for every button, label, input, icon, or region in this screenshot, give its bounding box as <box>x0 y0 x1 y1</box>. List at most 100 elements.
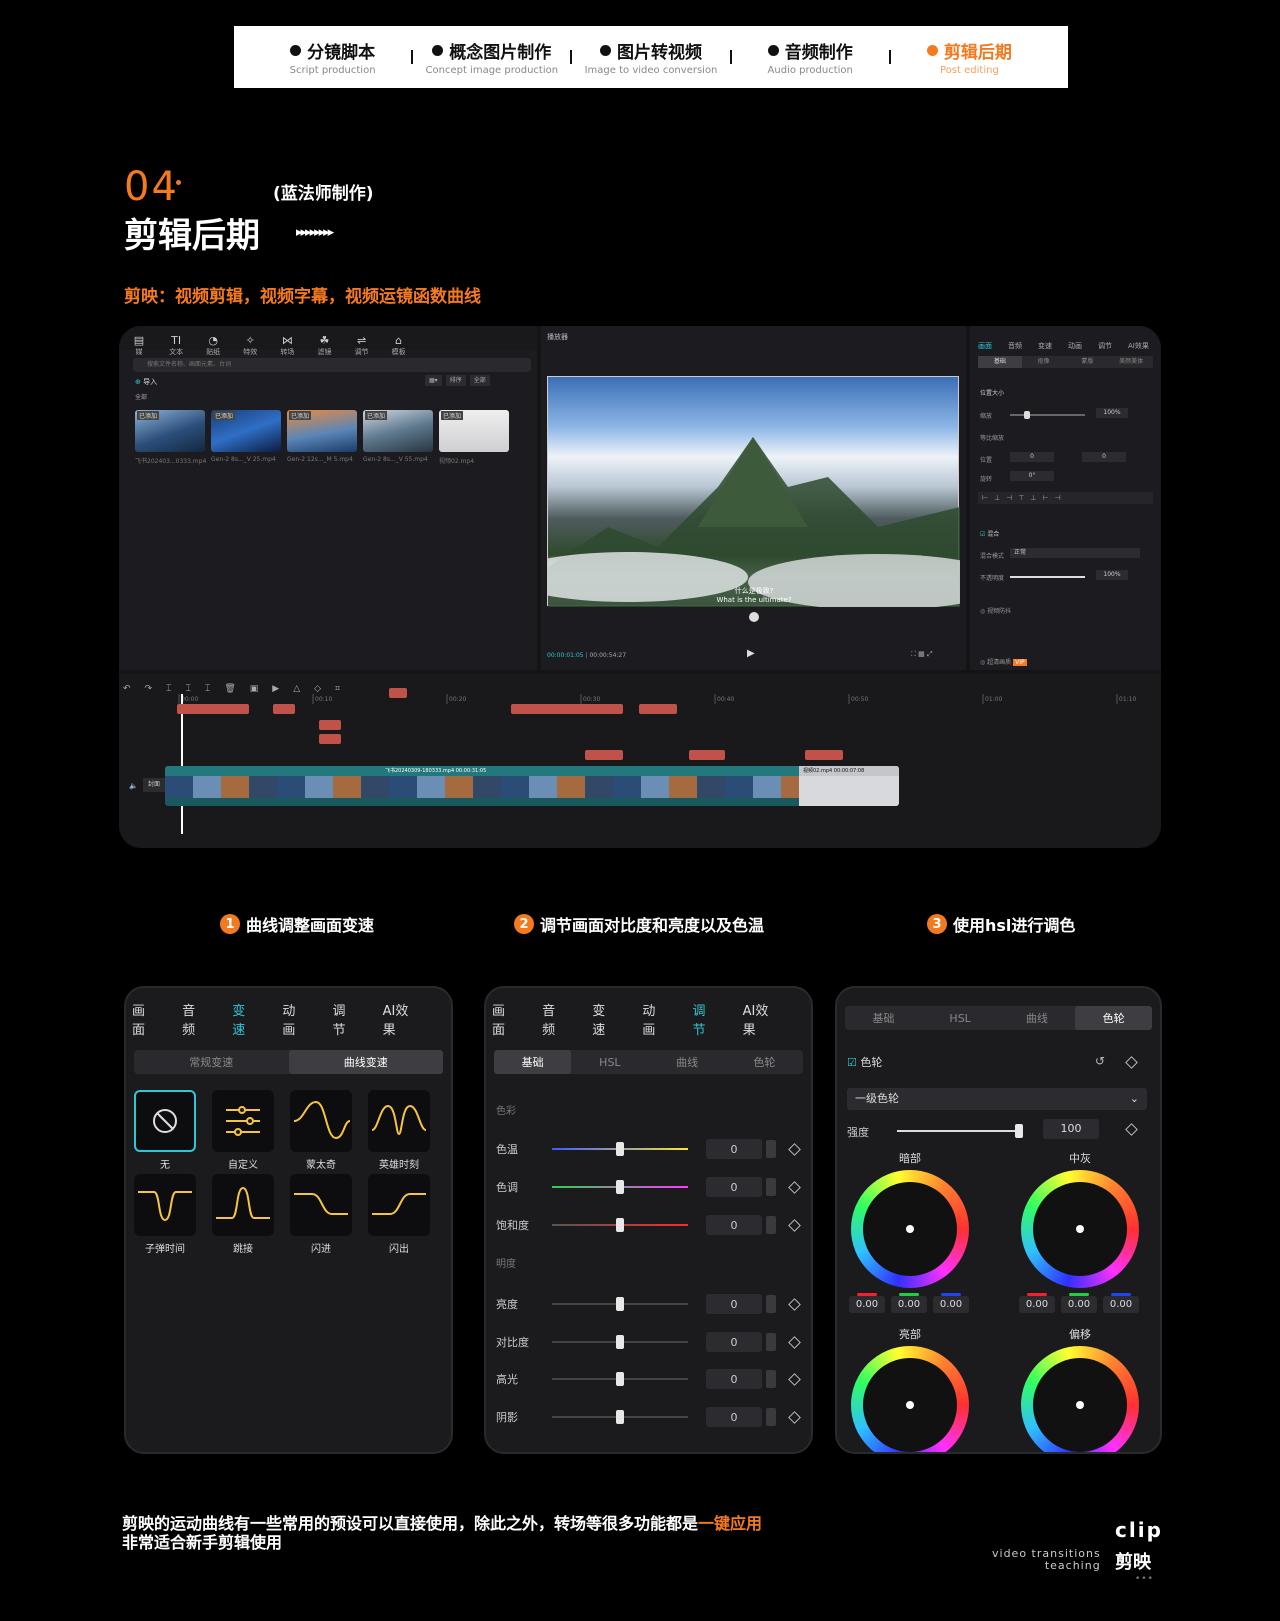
dots-decoration: ••• <box>1135 1574 1154 1584</box>
subtitle-clip[interactable] <box>319 734 341 744</box>
subtitle-clip[interactable] <box>209 704 249 714</box>
subtitle-clip[interactable] <box>595 704 619 714</box>
wheel-value-red[interactable]: 0.00 <box>1019 1293 1055 1313</box>
wheel-value-red[interactable]: 0.00 <box>849 1293 885 1313</box>
wheel-value-green[interactable]: 0.00 <box>1061 1293 1097 1313</box>
tool-template[interactable]: ⌂ 模板 <box>383 335 415 357</box>
position-x-field[interactable]: 0 <box>1010 452 1054 462</box>
subtitle-clip[interactable] <box>319 720 341 730</box>
scale-value[interactable]: 100% <box>1096 408 1128 418</box>
play-icon[interactable]: ▶ <box>747 648 755 659</box>
adjust-mode-segment[interactable]: 基础 HSL 曲线 色轮 <box>494 1050 803 1074</box>
subtitle-anchor-icon[interactable] <box>749 612 759 622</box>
curve-none[interactable] <box>134 1090 196 1152</box>
scale-slider[interactable] <box>1010 411 1085 419</box>
strength-slider[interactable] <box>897 1124 1023 1138</box>
subtitle-clip[interactable] <box>639 704 677 714</box>
wheel-mode-segment[interactable]: 基础 HSL 曲线 色轮 <box>845 1006 1152 1030</box>
tool-adjust[interactable]: ⇌ 调节 <box>346 335 378 357</box>
player-controls[interactable]: ⛶ ▦ ⤢ <box>911 650 933 659</box>
align-buttons[interactable]: ⊢⊥⊣⊤⊥⊢⊣ <box>978 492 1153 504</box>
section-subtitle: 剪映：视频剪辑，视频字幕，视频运镜函数曲线 <box>124 287 481 307</box>
position-label: 位置 <box>980 457 993 464</box>
nav-step-audio[interactable]: 音频制作 Audio production <box>732 38 889 76</box>
playhead[interactable] <box>181 694 183 834</box>
color-wheel-toggle[interactable]: ☑ 色轮 <box>847 1054 882 1070</box>
curve-hero-moment[interactable] <box>368 1090 430 1152</box>
media-thumb[interactable]: 已添加 Gen-2 8s..._V 55.mp4 <box>363 410 433 463</box>
tool-text[interactable]: TI 文本 <box>160 335 192 357</box>
slider-row-shadows[interactable]: 阴影 0 <box>496 1407 801 1427</box>
color-wheel-midtones[interactable] <box>1021 1170 1139 1288</box>
subtitle-clip[interactable] <box>689 750 725 760</box>
nav-step-image-to-video[interactable]: 图片转视频 Image to video conversion <box>572 38 729 76</box>
subtitle-clip[interactable] <box>389 688 407 698</box>
tool-sticker[interactable]: ◔ 贴纸 <box>197 335 229 357</box>
strength-value[interactable]: 100 <box>1043 1119 1099 1139</box>
subtitle-clip[interactable] <box>805 750 843 760</box>
wheel-value-blue[interactable]: 0.00 <box>1103 1293 1139 1313</box>
main-video-track[interactable]: 飞书20240309-180333.mp4 00:00:31:05 视频02.m… <box>165 766 899 806</box>
subtitle-clip[interactable] <box>273 704 295 714</box>
speed-mode-segment[interactable]: 常规变速 曲线变速 <box>134 1050 443 1074</box>
video-preview[interactable]: 什么是极致? What is the ultimate? <box>547 376 960 607</box>
wheel-value-blue[interactable]: 0.00 <box>933 1293 969 1313</box>
slider-row-brightness[interactable]: 亮度 0 <box>496 1294 801 1314</box>
wheel-label-offset: 偏移 <box>1069 1328 1091 1341</box>
color-wheel-shadows[interactable] <box>851 1170 969 1288</box>
color-wheel-offset[interactable] <box>1021 1346 1139 1452</box>
inspector-tabs[interactable]: 画面 音频 变速 动画 调节 AI效果 <box>978 333 1149 352</box>
nav-step-post-editing[interactable]: 剪辑后期 Post editing <box>891 38 1048 76</box>
inspector-subtabs[interactable]: 基础 抠像 蒙版 美颜美体 <box>978 356 1153 368</box>
speed-tabbar[interactable]: 画面 音频 变速 动画 调节 AI效果 <box>126 988 451 1038</box>
curve-jump-cut[interactable] <box>212 1174 274 1236</box>
media-thumb[interactable]: 已添加 Gen-2 8s..._V 25.mp4 <box>211 410 281 463</box>
tool-transition[interactable]: ⋈ 转场 <box>271 335 303 357</box>
timeline-toolbar[interactable]: ↶ ↷ ⌶ ⌶ ⌶ 🗑 ▣ ▶ △ ◇ ⌗ <box>119 676 1161 694</box>
reset-icon[interactable]: ↺ <box>1095 1054 1105 1068</box>
curve-bullet-time[interactable] <box>134 1174 196 1236</box>
nav-step-script[interactable]: 分镜脚本 Script production <box>254 38 411 76</box>
slider-row-contrast[interactable]: 对比度 0 <box>496 1332 801 1352</box>
tool-media[interactable]: ▤ 媒 <box>123 335 155 357</box>
subtitle-clip[interactable] <box>585 750 623 760</box>
stabilize-toggle[interactable]: ◎ 视频防抖 <box>980 606 1011 615</box>
tool-filter[interactable]: ☘ 滤镜 <box>308 335 340 357</box>
slider-row-highlights[interactable]: 高光 0 <box>496 1369 801 1389</box>
media-thumb[interactable]: 已添加 视频02.mp4 <box>439 410 509 465</box>
audio-mute-icon[interactable]: 🔈 <box>129 782 138 790</box>
blend-toggle[interactable]: ☑ 混合 <box>980 529 999 538</box>
curve-flash-in[interactable] <box>290 1174 352 1236</box>
curve-custom[interactable] <box>212 1090 274 1152</box>
media-thumb[interactable]: 已添加 Gen-2 12s..._M 5.mp4 <box>287 410 357 463</box>
wheel-value-green[interactable]: 0.00 <box>891 1293 927 1313</box>
cover-button[interactable]: 封面 <box>143 778 165 792</box>
rotate-field[interactable]: 0° <box>1010 471 1054 481</box>
nav-step-concept-image[interactable]: 概念图片制作 Concept image production <box>413 38 570 76</box>
slider-row-tint[interactable]: 色调 0 <box>496 1177 801 1197</box>
position-y-field[interactable]: 0 <box>1082 452 1126 462</box>
opacity-slider[interactable] <box>1010 576 1085 578</box>
adjust-tabbar[interactable]: 画面 音频 变速 动画 调节 AI效果 <box>486 988 811 1038</box>
wheel-type-dropdown[interactable]: 一级色轮 ⌄ <box>847 1088 1147 1110</box>
super-resolution-toggle[interactable]: ◎ 超清画质 VIP <box>980 657 1027 666</box>
media-search-input[interactable]: 搜索文件名称、画面元素、台词 <box>133 358 531 372</box>
section-light-label: 明度 <box>496 1259 516 1270</box>
time-display: 00:00:01:05 | 00:00:54:27 <box>547 652 627 659</box>
curve-flash-out[interactable] <box>368 1174 430 1236</box>
keyframe-icon[interactable] <box>1125 1056 1138 1069</box>
scale-label: 缩放 <box>980 413 993 420</box>
subtitle-clip[interactable] <box>511 704 577 714</box>
sort-controls[interactable]: ▦▾ 排序 全部 <box>425 375 490 386</box>
opacity-value[interactable]: 100% <box>1096 570 1128 580</box>
color-wheel-highlights[interactable] <box>851 1346 969 1452</box>
curve-montage[interactable] <box>290 1090 352 1152</box>
slider-row-saturation[interactable]: 饱和度 0 <box>496 1215 801 1235</box>
blend-mode-select[interactable]: 正常 <box>1010 548 1140 558</box>
mountain-illustration <box>548 437 960 607</box>
media-thumb[interactable]: 已添加 飞书202403...0333.mp4 <box>135 410 206 465</box>
keyframe-icon[interactable] <box>1125 1123 1138 1136</box>
import-button[interactable]: ⊕ 导入 <box>135 377 157 387</box>
slider-row-temperature[interactable]: 色温 0 <box>496 1139 801 1159</box>
tool-effects[interactable]: ✧ 特效 <box>234 335 266 357</box>
